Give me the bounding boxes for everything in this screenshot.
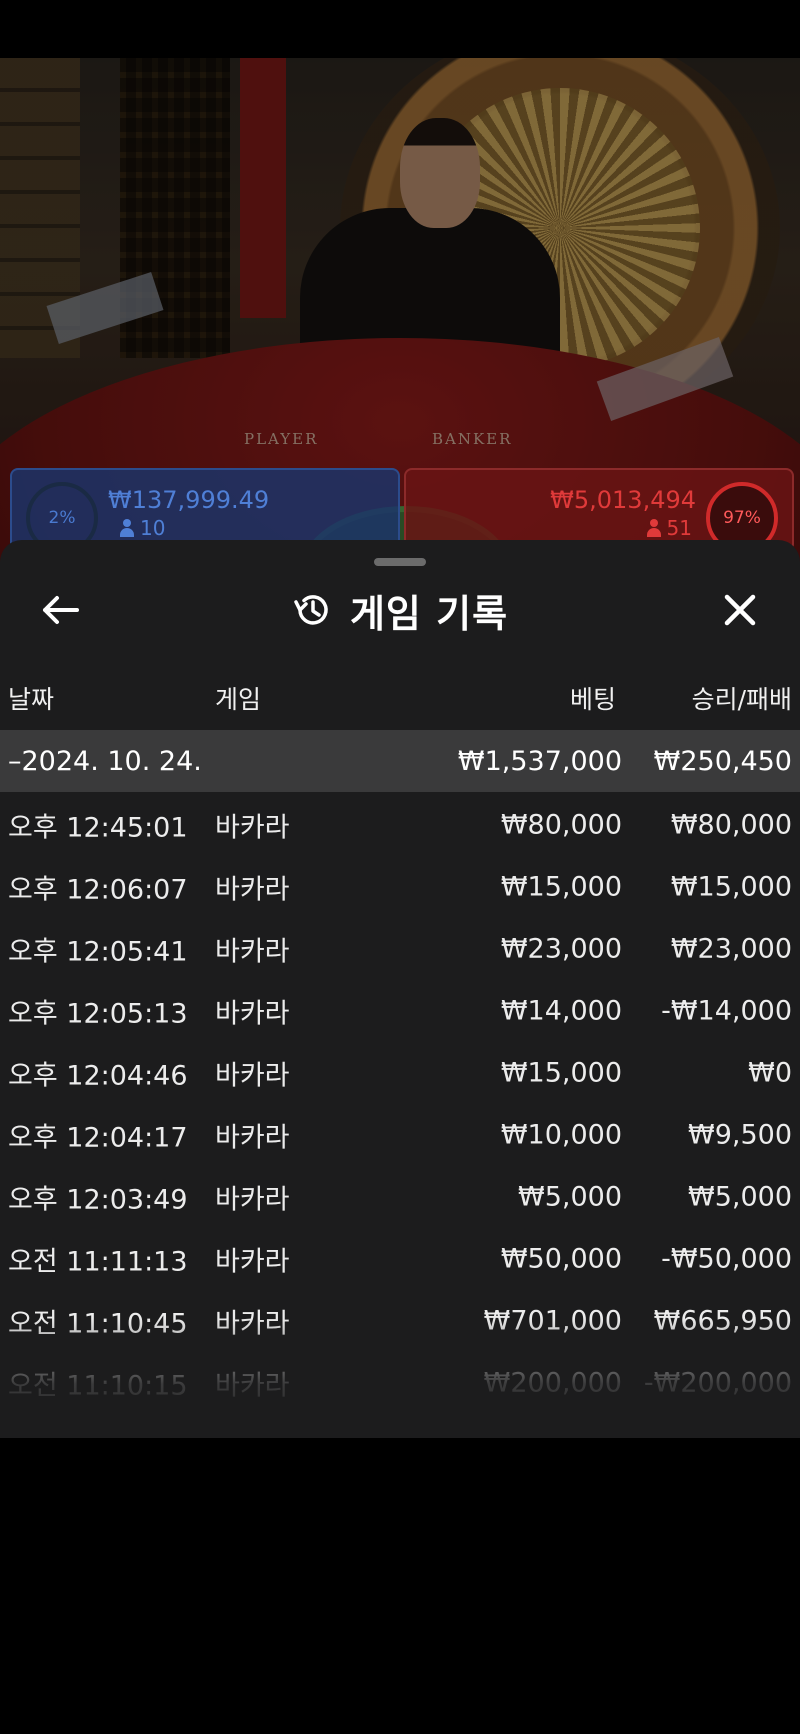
row-result: ₩23,000 [670,933,792,965]
row-game: 바카라 [215,874,290,906]
row-result: ₩15,000 [670,871,792,903]
row-game: 바카라 [215,1246,290,1278]
row-result: ₩9,500 [688,1119,792,1151]
banker-total-amount: ₩5,013,494 [550,486,696,514]
table-row[interactable]: 오전 11:10:15 바카라 ₩200,000 -₩200,000 [0,1352,800,1414]
table-row[interactable]: 오전 11:11:13 바카라 ₩50,000 -₩50,000 [0,1228,800,1290]
row-result: -₩50,000 [661,1243,792,1275]
row-bet: ₩10,000 [500,1119,622,1151]
row-result: ₩0 [748,1057,792,1089]
close-button[interactable] [710,580,770,640]
row-bet: ₩5,000 [518,1181,622,1213]
row-time: 오후 12:04:17 [8,1122,188,1154]
row-game: 바카라 [215,936,290,968]
row-time: 오후 12:05:41 [8,936,188,968]
person-icon [646,519,661,537]
row-bet: ₩15,000 [500,1057,622,1089]
row-result: -₩14,000 [661,995,792,1027]
row-time: 오전 11:10:45 [8,1308,188,1340]
row-game: 바카라 [215,1370,290,1402]
table-row[interactable]: 오후 12:06:07 바카라 ₩15,000 ₩15,000 [0,856,800,918]
row-bet: ₩23,000 [500,933,622,965]
drag-handle[interactable] [374,558,426,566]
table-row[interactable]: 오후 12:05:41 바카라 ₩23,000 ₩23,000 [0,918,800,980]
row-result: ₩5,000 [688,1181,792,1213]
date-group-result-total: ₩250,450 [653,745,792,777]
row-bet: ₩14,000 [500,995,622,1027]
row-bet: ₩15,000 [500,871,622,903]
row-bet: ₩200,000 [483,1367,622,1399]
row-time: 오후 12:05:13 [8,998,188,1030]
date-group-row[interactable]: –2024. 10. 24. ₩1,537,000 ₩250,450 [0,730,800,792]
history-list[interactable]: 오후 12:45:01 바카라 ₩80,000 ₩80,000 오후 12:06… [0,794,800,1414]
close-icon [724,594,756,626]
table-row[interactable]: 오전 11:10:45 바카라 ₩701,000 ₩665,950 [0,1290,800,1352]
banker-bettor-count: 51 [666,516,692,540]
row-result: -₩200,000 [643,1367,792,1399]
table-row[interactable]: 오후 12:04:17 바카라 ₩10,000 ₩9,500 [0,1104,800,1166]
table-row[interactable]: 오후 12:04:46 바카라 ₩15,000 ₩0 [0,1042,800,1104]
sheet-title: 게임 기록 [0,580,800,640]
date-group-label: –2024. 10. 24. [8,745,202,777]
row-time: 오전 11:11:13 [8,1246,188,1278]
table-row[interactable]: 오후 12:05:13 바카라 ₩14,000 -₩14,000 [0,980,800,1042]
table-row[interactable]: 오후 12:03:49 바카라 ₩5,000 ₩5,000 [0,1166,800,1228]
date-group-bet-total: ₩1,537,000 [457,745,622,777]
row-bet: ₩80,000 [500,809,622,841]
row-bet: ₩50,000 [500,1243,622,1275]
row-time: 오전 11:10:15 [8,1370,188,1402]
row-bet: ₩701,000 [483,1305,622,1337]
row-time: 오후 12:04:46 [8,1060,188,1092]
row-result: ₩80,000 [670,809,792,841]
column-header-game: 게임 [215,685,262,714]
game-history-sheet: 게임 기록 날짜 게임 베팅 승리/패배 –2024. 10. 24. ₩1,5… [0,540,800,1438]
column-header-date: 날짜 [8,685,55,714]
row-game: 바카라 [215,1122,290,1154]
player-total-amount: ₩137,999.49 [108,486,270,514]
live-dealer-video: PLAYER BANKER 2% ₩137,999.49 10 ₩5,013,4… [0,58,800,578]
history-icon [294,595,328,625]
row-time: 오후 12:45:01 [8,812,188,844]
row-game: 바카라 [215,1308,290,1340]
person-icon [120,519,134,537]
row-game: 바카라 [215,998,290,1030]
column-header-bet: 베팅 [569,685,616,714]
row-game: 바카라 [215,1060,290,1092]
table-row[interactable]: 오후 12:45:01 바카라 ₩80,000 ₩80,000 [0,794,800,856]
column-header-result: 승리/패배 [691,685,792,714]
sheet-title-text: 게임 기록 [349,591,509,636]
row-time: 오후 12:03:49 [8,1184,188,1216]
row-time: 오후 12:06:07 [8,874,188,906]
row-game: 바카라 [215,812,290,844]
row-game: 바카라 [215,1184,290,1216]
player-bettor-count: 10 [140,516,166,540]
row-result: ₩665,950 [653,1305,792,1337]
